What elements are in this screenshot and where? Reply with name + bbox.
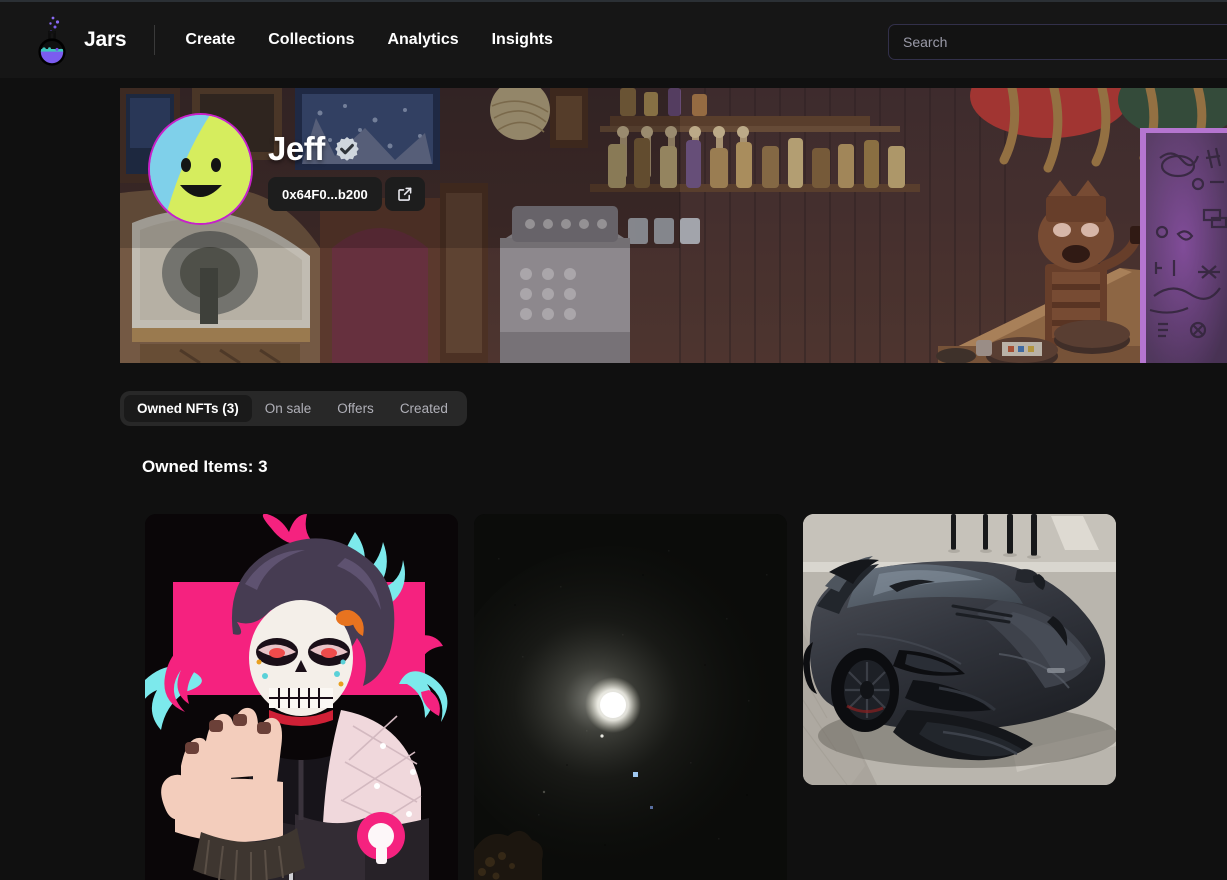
- owned-items-heading: Owned Items: 3: [142, 457, 268, 476]
- wallet-address[interactable]: 0x64F0...b200: [268, 177, 382, 211]
- app-header: Jars Create Collections Analytics Insigh…: [0, 2, 1227, 78]
- header-divider: [154, 25, 156, 55]
- tab-created[interactable]: Created: [387, 395, 461, 422]
- brand-logo[interactable]: Jars: [30, 14, 127, 66]
- main-nav: Create Collections Analytics Insights: [185, 31, 553, 49]
- profile-name-row: Jeff: [268, 130, 360, 168]
- nav-insights[interactable]: Insights: [492, 31, 553, 49]
- tab-on-sale[interactable]: On sale: [252, 395, 325, 422]
- nav-create[interactable]: Create: [185, 31, 235, 49]
- avatar[interactable]: [148, 113, 253, 225]
- nft-card-skull-anime[interactable]: [145, 514, 458, 880]
- nav-collections[interactable]: Collections: [268, 31, 354, 49]
- page-title: Jeff: [268, 130, 325, 167]
- nav-analytics[interactable]: Analytics: [387, 31, 458, 49]
- tab-offers[interactable]: Offers: [324, 395, 387, 422]
- profile-tabs: Owned NFTs (3) On sale Offers Created: [120, 391, 467, 426]
- search-input[interactable]: [888, 24, 1227, 60]
- external-link-icon[interactable]: [384, 177, 425, 211]
- verified-badge-icon: [334, 136, 360, 162]
- search-container: [888, 24, 1227, 60]
- tab-owned-nfts[interactable]: Owned NFTs (3): [124, 395, 252, 422]
- nft-card-night-moon[interactable]: [474, 514, 787, 880]
- brand-name: Jars: [84, 28, 127, 51]
- nft-grid: [145, 514, 1227, 880]
- wallet-address-row: 0x64F0...b200: [268, 177, 425, 211]
- page-root: Jars Create Collections Analytics Insigh…: [0, 0, 1227, 880]
- nft-card-supercar[interactable]: [803, 514, 1116, 785]
- flask-icon: [30, 14, 74, 66]
